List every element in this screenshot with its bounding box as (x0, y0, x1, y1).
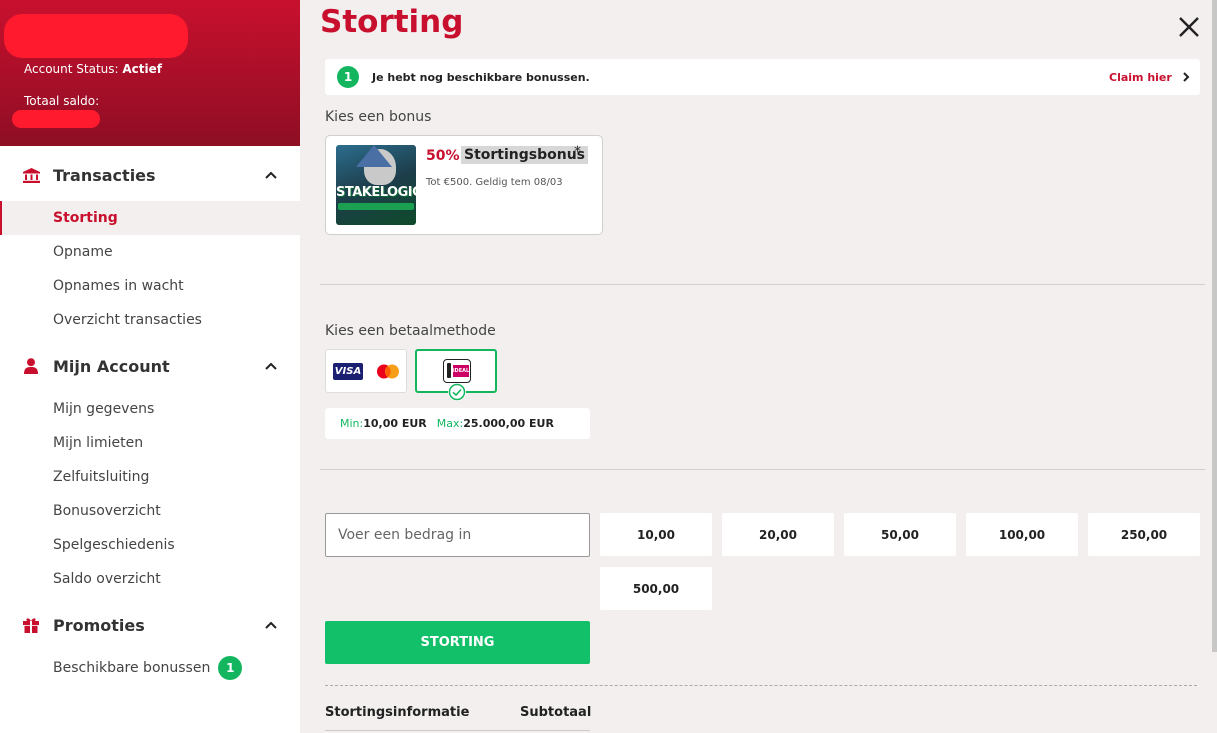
redacted-username (4, 14, 188, 58)
bonus-asterisk: * (574, 144, 581, 160)
subtotal-column-header: Subtotaal (520, 705, 592, 720)
claim-link[interactable]: Claim hier (1109, 71, 1172, 84)
sidebar-item-beschikbare-bonussen[interactable]: Beschikbare bonussen 1 (0, 651, 300, 685)
bonus-section-label: Kies een bonus (325, 109, 432, 125)
main-content: Storting 1 Je hebt nog beschikbare bonus… (300, 0, 1217, 733)
chevron-right-icon[interactable] (1181, 71, 1191, 83)
amount-button-20[interactable]: 20,00 (722, 513, 834, 556)
sidebar-item-zelfuitsluiting[interactable]: Zelfuitsluiting (0, 460, 300, 494)
dashed-divider (325, 685, 1197, 686)
section-mijn-account[interactable]: Mijn Account (0, 346, 300, 386)
max-value: 25.000,00 EUR (463, 417, 554, 430)
bonus-detail: Tot €500. Geldig tem 08/03 (426, 177, 563, 188)
mastercard-icon (377, 364, 399, 379)
amount-button-10[interactable]: 10,00 (600, 513, 712, 556)
payment-section-label: Kies een betaalmethode (325, 323, 496, 339)
divider (320, 469, 1205, 470)
sidebar-item-storting[interactable]: Storting (0, 201, 300, 235)
payment-method-ideal[interactable]: iDEAL (415, 349, 497, 401)
chevron-up-icon[interactable] (264, 618, 278, 632)
sidebar-item-spelgeschiedenis[interactable]: Spelgeschiedenis (0, 528, 300, 562)
sidebar-item-label: Beschikbare bonussen (53, 660, 211, 676)
bonus-name: Stortingsbonus (461, 146, 589, 164)
amount-input[interactable] (325, 513, 590, 557)
bank-icon (22, 166, 40, 184)
wizard-hat (356, 145, 392, 167)
close-icon[interactable] (1176, 14, 1202, 40)
section-transacties[interactable]: Transacties (0, 155, 300, 195)
account-status-label: Account Status: (24, 62, 119, 76)
sidebar-item-overzicht-transacties[interactable]: Overzicht transacties (0, 303, 300, 337)
sidebar-item-mijn-limieten[interactable]: Mijn limieten (0, 426, 300, 460)
payment-method-cards[interactable]: VISA (325, 349, 407, 393)
max-label: Max: (436, 417, 464, 430)
bonus-image: STAKELOGIC (336, 145, 416, 225)
amount-button-500[interactable]: 500,00 (600, 567, 712, 610)
deposit-limits: Min: 10,00 EUR Max: 25.000,00 EUR (325, 408, 590, 439)
ideal-i-mark (447, 363, 451, 378)
divider (320, 284, 1205, 285)
check-circle-icon (448, 383, 466, 401)
bonus-banner: 1 Je hebt nog beschikbare bonussen. Clai… (325, 59, 1200, 95)
sidebar: Account Status: Actief Totaal saldo: Tra… (0, 0, 300, 733)
sidebar-item-opname[interactable]: Opname (0, 235, 300, 269)
account-status-value: Actief (122, 62, 162, 76)
bonus-percent: 50% (426, 148, 460, 164)
amount-button-50[interactable]: 50,00 (844, 513, 956, 556)
sidebar-item-mijn-gegevens[interactable]: Mijn gegevens (0, 392, 300, 426)
sidebar-item-saldo-overzicht[interactable]: Saldo overzicht (0, 562, 300, 596)
min-label: Min: (340, 417, 364, 430)
info-divider (325, 730, 590, 731)
sidebar-item-opnames-in-wacht[interactable]: Opnames in wacht (0, 269, 300, 303)
account-header: Account Status: Actief Totaal saldo: (0, 0, 300, 146)
banner-count-badge: 1 (337, 66, 359, 88)
page-title: Storting (320, 4, 464, 40)
amount-button-250[interactable]: 250,00 (1088, 513, 1200, 556)
section-promoties[interactable]: Promoties (0, 605, 300, 645)
sidebar-item-bonusoverzicht[interactable]: Bonusoverzicht (0, 494, 300, 528)
min-value: 10,00 EUR (363, 417, 427, 430)
section-label: Promoties (53, 615, 145, 635)
gift-icon (22, 616, 40, 634)
bonus-count-badge: 1 (218, 656, 243, 680)
visa-icon: VISA (333, 363, 363, 380)
deposit-button[interactable]: STORTING (325, 621, 590, 664)
chevron-up-icon[interactable] (264, 168, 278, 182)
bonus-card[interactable]: STAKELOGIC 50% Stortingsbonus * Tot €500… (325, 135, 603, 235)
section-label: Transacties (53, 165, 156, 185)
info-column-header: Stortingsinformatie (325, 705, 470, 720)
user-icon (22, 357, 40, 375)
banner-message: Je hebt nog beschikbare bonussen. (372, 70, 590, 84)
section-label: Mijn Account (53, 356, 170, 376)
chevron-up-icon[interactable] (264, 359, 278, 373)
amount-button-100[interactable]: 100,00 (966, 513, 1078, 556)
logo-strip (338, 203, 414, 210)
account-status: Account Status: Actief (24, 62, 162, 76)
stakelogic-logo: STAKELOGIC (336, 185, 416, 200)
ideal-wordmark: iDEAL (453, 365, 469, 377)
redacted-balance (12, 110, 100, 128)
balance-label: Totaal saldo: (24, 94, 100, 108)
ideal-icon: iDEAL (443, 359, 471, 383)
scrollbar[interactable] (1212, 0, 1217, 652)
